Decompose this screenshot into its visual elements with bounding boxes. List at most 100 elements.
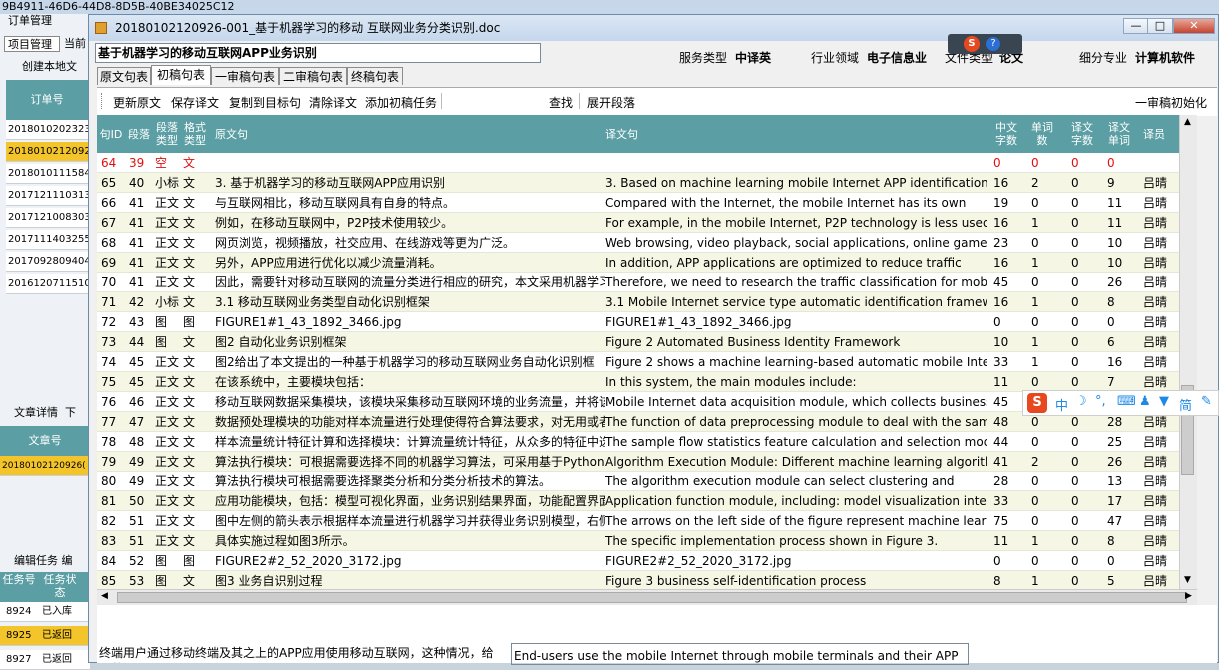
col-target-words[interactable]: 译文单词 bbox=[1105, 115, 1133, 153]
tab-draft[interactable]: 初稿句表 bbox=[151, 65, 211, 85]
col-source[interactable]: 原文句 bbox=[215, 115, 605, 153]
ime-mode-indicator[interactable]: 中 bbox=[1055, 395, 1068, 414]
first-review-init-button[interactable]: 一审稿初始化 bbox=[1135, 94, 1207, 111]
order-row[interactable]: 20171211103136 bbox=[6, 186, 88, 206]
clear-translation-button[interactable]: 清除译文 bbox=[309, 94, 357, 111]
maximize-button[interactable]: □ bbox=[1147, 18, 1173, 34]
table-row[interactable]: 69 41 正文文 另外，APP应用进行优化以减少流量消耗。 In addition, … bbox=[97, 252, 1181, 273]
table-row[interactable]: 65 40 小标文 3. 基于机器学习的移动互联网APP应用识别 3. Based on… bbox=[97, 172, 1181, 193]
table-row[interactable]: 81 50 正文文 应用功能模块，包括：模型可视化界面，业务识别结果界面，功能配置界面… bbox=[97, 491, 1181, 512]
cell-target[interactable]: Figure 2 shows a machine learning-based … bbox=[605, 352, 987, 372]
cell-source[interactable]: 网页浏览，视频播放，社交应用、在线游戏等更为广泛。 bbox=[215, 233, 605, 253]
article-row[interactable]: 20180102120926( bbox=[0, 456, 90, 476]
cell-target[interactable]: 3. Based on machine learning mobile Inte… bbox=[605, 173, 987, 193]
cell-target[interactable]: The sample flow statistics feature calcu… bbox=[605, 432, 987, 452]
scroll-down-icon[interactable]: ▼ bbox=[1184, 575, 1191, 585]
document-title-field[interactable]: 基于机器学习的移动互联网APP业务识别 bbox=[95, 43, 541, 63]
cell-target[interactable]: Application function module, including: … bbox=[605, 491, 987, 511]
tab-first-review[interactable]: 一审稿句表 bbox=[211, 67, 279, 85]
save-translation-button[interactable]: 保存译文 bbox=[171, 94, 219, 111]
create-local-button[interactable]: 创建本地文 bbox=[22, 58, 77, 74]
horizontal-scrollbar[interactable]: ◀ ▶ bbox=[97, 589, 1197, 606]
target-text-editor[interactable]: End-users use the mobile Internet throug… bbox=[511, 643, 969, 665]
sogou-icon[interactable]: S bbox=[964, 36, 980, 52]
table-row[interactable]: 64 39 空 文 0 0 0 0 bbox=[97, 153, 1181, 173]
table-row[interactable]: 66 41 正文文 与互联网相比，移动互联网具有自身的特点。 Compared with… bbox=[97, 193, 1181, 213]
ime-toolbar[interactable]: S 中 ☽ °, ⌨ ♟ ▼ 简 ✎ bbox=[1022, 390, 1219, 416]
task-row[interactable]: 8927 已返回 bbox=[0, 650, 90, 670]
minimize-button[interactable]: — bbox=[1123, 18, 1149, 34]
cell-source[interactable]: 3.1 移动互联网业务类型自动化识别框架 bbox=[215, 292, 605, 312]
cell-source[interactable]: 例如，在移动互联网中，P2P技术使用较少。 bbox=[215, 213, 605, 233]
table-row[interactable]: 68 41 正文文 网页浏览，视频播放，社交应用、在线游戏等更为广泛。 Web brow… bbox=[97, 233, 1181, 253]
cell-target[interactable]: The algorithm execution module can selec… bbox=[605, 471, 987, 491]
task-row[interactable]: 8924 已入库 bbox=[0, 602, 90, 622]
settings-icon[interactable]: ✎ bbox=[1201, 394, 1212, 409]
order-row[interactable]: 20171114032554 bbox=[6, 230, 88, 250]
menu-current[interactable]: 当前 bbox=[64, 36, 86, 52]
cell-source[interactable]: 算法执行模块：可根据需要选择不同的机器学习算法，可采用基于Python或 bbox=[215, 452, 605, 472]
cell-target[interactable]: In addition, APP applications are optimi… bbox=[605, 253, 987, 273]
table-row[interactable]: 80 49 正文文 算法执行模块可根据需要选择聚类分析和分类分析技术的算法。 The a… bbox=[97, 471, 1181, 492]
order-row[interactable]: 20171210083035 bbox=[6, 208, 88, 228]
order-row[interactable]: 20180101115845 bbox=[6, 164, 88, 184]
cell-target[interactable]: Figure 3 business self-identification pr… bbox=[605, 571, 987, 589]
cell-target[interactable]: 3.1 Mobile Internet service type automat… bbox=[605, 292, 987, 312]
order-row[interactable]: 20180102023239 bbox=[6, 120, 88, 140]
cell-target[interactable]: Algorithm Execution Module: Different ma… bbox=[605, 452, 987, 472]
close-button[interactable]: ✕ bbox=[1173, 18, 1215, 34]
cell-source[interactable]: 应用功能模块，包括：模型可视化界面，业务识别结果界面，功能配置界面 bbox=[215, 491, 605, 511]
table-row[interactable]: 77 47 正文文 数据预处理模块的功能对样本流量进行处理使得符合算法要求，对无用或者… bbox=[97, 411, 1181, 432]
order-row[interactable]: 20180102120926 bbox=[6, 142, 88, 162]
horizontal-scroll-thumb[interactable] bbox=[117, 592, 1187, 603]
moon-icon[interactable]: ☽ bbox=[1075, 394, 1087, 409]
table-row[interactable]: 76 46 正文文 移动互联网数据采集模块，该模块采集移动互联网环境的业务流量，并将该… bbox=[97, 392, 1181, 412]
col-target-chars[interactable]: 译文字数 bbox=[1069, 115, 1095, 153]
table-row[interactable]: 71 42 小标文 3.1 移动互联网业务类型自动化识别框架 3.1 Mobile In… bbox=[97, 292, 1181, 313]
user-icon[interactable]: ♟ bbox=[1139, 394, 1151, 409]
cell-source[interactable]: 在该系统中，主要模块包括： bbox=[215, 372, 605, 392]
cell-source[interactable]: 与互联网相比，移动互联网具有自身的特点。 bbox=[215, 193, 605, 213]
cell-source[interactable]: 移动互联网数据采集模块，该模块采集移动互联网环境的业务流量，并将该 bbox=[215, 392, 605, 412]
cell-target[interactable]: The specific implementation process show… bbox=[605, 531, 987, 551]
scroll-left-icon[interactable]: ◀ bbox=[101, 591, 108, 601]
cell-source[interactable]: 数据预处理模块的功能对样本流量进行处理使得符合算法要求，对无用或者 bbox=[215, 412, 605, 432]
cell-source[interactable]: 图3 业务自识别过程 bbox=[215, 571, 605, 589]
skin-icon[interactable]: ▼ bbox=[1159, 394, 1169, 409]
cell-target[interactable]: For example, in the mobile Internet, P2P… bbox=[605, 213, 987, 233]
cell-source[interactable]: 具体实施过程如图3所示。 bbox=[215, 531, 605, 551]
cell-target[interactable]: Therefore, we need to research the traff… bbox=[605, 272, 987, 292]
find-button[interactable]: 查找 bbox=[549, 94, 573, 111]
simplified-indicator[interactable]: 简 bbox=[1179, 395, 1192, 414]
cell-target[interactable]: FIGURE2#2_52_2020_3172.jpg bbox=[605, 551, 987, 571]
col-word-count[interactable]: 单词数 bbox=[1029, 115, 1055, 153]
cell-target[interactable]: The function of data preprocessing modul… bbox=[605, 412, 987, 432]
menu-project[interactable]: 项目管理 bbox=[4, 36, 60, 52]
cell-source[interactable]: 图中左侧的箭头表示根据样本流量进行机器学习并获得业务识别模型，右侧 bbox=[215, 511, 605, 531]
tab-final[interactable]: 终稿句表 bbox=[347, 67, 403, 85]
cell-source[interactable]: 因此，需要针对移动互联网的流量分类进行相应的研究，本文采用机器学习 bbox=[215, 272, 605, 292]
copy-to-target-button[interactable]: 复制到目标句 bbox=[229, 94, 301, 111]
cell-target[interactable]: The arrows on the left side of the figur… bbox=[605, 511, 987, 531]
edit-task-tab[interactable]: 编辑任务 编 bbox=[14, 552, 73, 568]
cell-source[interactable]: 样本流量统计特征计算和选择模块：计算流量统计特征，从众多的特征中选 bbox=[215, 432, 605, 452]
table-row[interactable]: 83 51 正文文 具体实施过程如图3所示。 The specific implemen… bbox=[97, 531, 1181, 552]
add-draft-task-button[interactable]: 添加初稿任务 bbox=[365, 94, 437, 111]
cell-source[interactable]: FIGURE2#2_52_2020_3172.jpg bbox=[215, 551, 605, 571]
floating-toolbar[interactable]: S ? bbox=[948, 34, 1022, 54]
cell-target[interactable]: Compared with the Internet, the mobile I… bbox=[605, 193, 987, 213]
col-translator[interactable]: 译员 bbox=[1139, 115, 1169, 153]
col-paragraph[interactable]: 段落 bbox=[125, 115, 153, 153]
tab-source[interactable]: 原文句表 bbox=[97, 67, 151, 85]
col-chinese-count[interactable]: 中文字数 bbox=[993, 115, 1019, 153]
cell-source[interactable]: 3. 基于机器学习的移动互联网APP应用识别 bbox=[215, 173, 605, 193]
table-row[interactable]: 84 52 图 图 FIGURE2#2_52_2020_3172.jpg FIGURE2… bbox=[97, 551, 1181, 571]
col-target[interactable]: 译文句 bbox=[605, 115, 995, 153]
table-row[interactable]: 75 45 正文文 在该系统中，主要模块包括： In this system, the … bbox=[97, 371, 1181, 392]
col-format-type[interactable]: 格式类型 bbox=[181, 115, 209, 153]
scroll-up-icon[interactable]: ▲ bbox=[1184, 117, 1191, 127]
scroll-right-icon[interactable]: ▶ bbox=[1185, 591, 1192, 601]
cell-target[interactable]: Mobile Internet data acquisition module,… bbox=[605, 392, 987, 412]
tab-second-review[interactable]: 二审稿句表 bbox=[279, 67, 347, 85]
table-row[interactable]: 82 51 正文文 图中左侧的箭头表示根据样本流量进行机器学习并获得业务识别模型，右侧… bbox=[97, 511, 1181, 532]
